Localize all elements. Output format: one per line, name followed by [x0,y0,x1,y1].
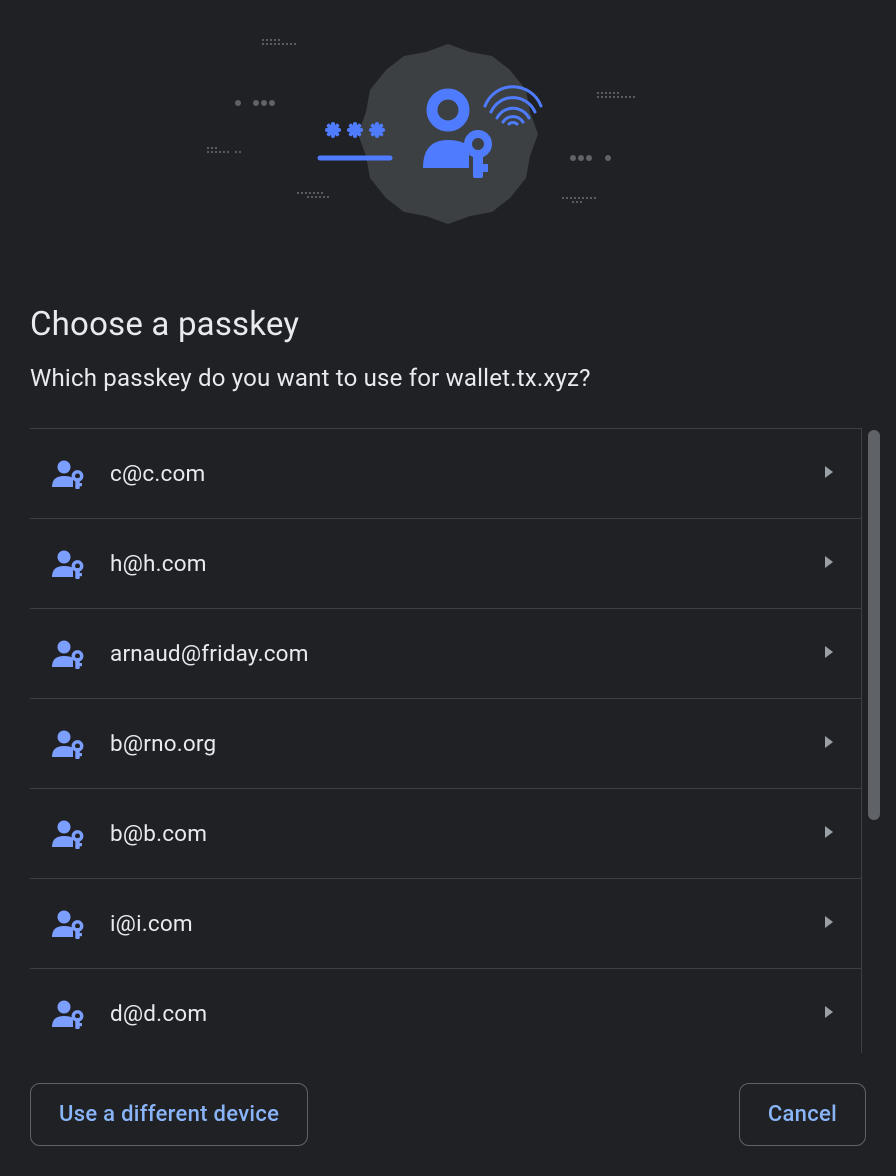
passkey-person-key-icon [50,726,86,762]
passkey-item[interactable]: c@c.com [30,429,861,519]
passkey-item-label: c@c.com [110,461,823,487]
dialog-subtitle: Which passkey do you want to use for wal… [0,364,896,428]
passkey-item[interactable]: arnaud@friday.com [30,609,861,699]
chevron-right-icon [823,463,835,484]
passkey-item-label: b@b.com [110,821,823,847]
passkey-item[interactable]: d@d.com [30,969,861,1053]
passkey-item[interactable]: b@rno.org [30,699,861,789]
passkey-list: c@c.com h@h.com [30,428,862,1053]
scrollbar[interactable] [862,428,886,1053]
passkey-item[interactable]: b@b.com [30,789,861,879]
passkey-hero-icon [168,28,728,248]
passkey-person-key-icon [50,456,86,492]
passkey-person-key-icon [50,906,86,942]
passkey-illustration [0,0,896,275]
passkey-item-label: arnaud@friday.com [110,641,823,667]
dialog-footer: Use a different device Cancel [0,1053,896,1176]
chevron-right-icon [823,553,835,574]
passkey-item-label: h@h.com [110,551,823,577]
passkey-person-key-icon [50,816,86,852]
chevron-right-icon [823,643,835,664]
chevron-right-icon [823,823,835,844]
scrollbar-thumb[interactable] [868,430,880,820]
passkey-item-label: b@rno.org [110,731,823,757]
passkey-item-label: i@i.com [110,911,823,937]
passkey-item[interactable]: h@h.com [30,519,861,609]
use-different-device-button[interactable]: Use a different device [30,1083,308,1146]
passkey-item-label: d@d.com [110,1001,823,1027]
chevron-right-icon [823,913,835,934]
cancel-button[interactable]: Cancel [739,1083,866,1146]
dialog-title: Choose a passkey [0,275,896,364]
chevron-right-icon [823,1003,835,1024]
passkey-dialog: Choose a passkey Which passkey do you wa… [0,0,896,1176]
chevron-right-icon [823,733,835,754]
passkey-item[interactable]: i@i.com [30,879,861,969]
passkey-person-key-icon [50,636,86,672]
passkey-person-key-icon [50,996,86,1032]
passkey-person-key-icon [50,546,86,582]
passkey-list-container: c@c.com h@h.com [0,428,896,1053]
